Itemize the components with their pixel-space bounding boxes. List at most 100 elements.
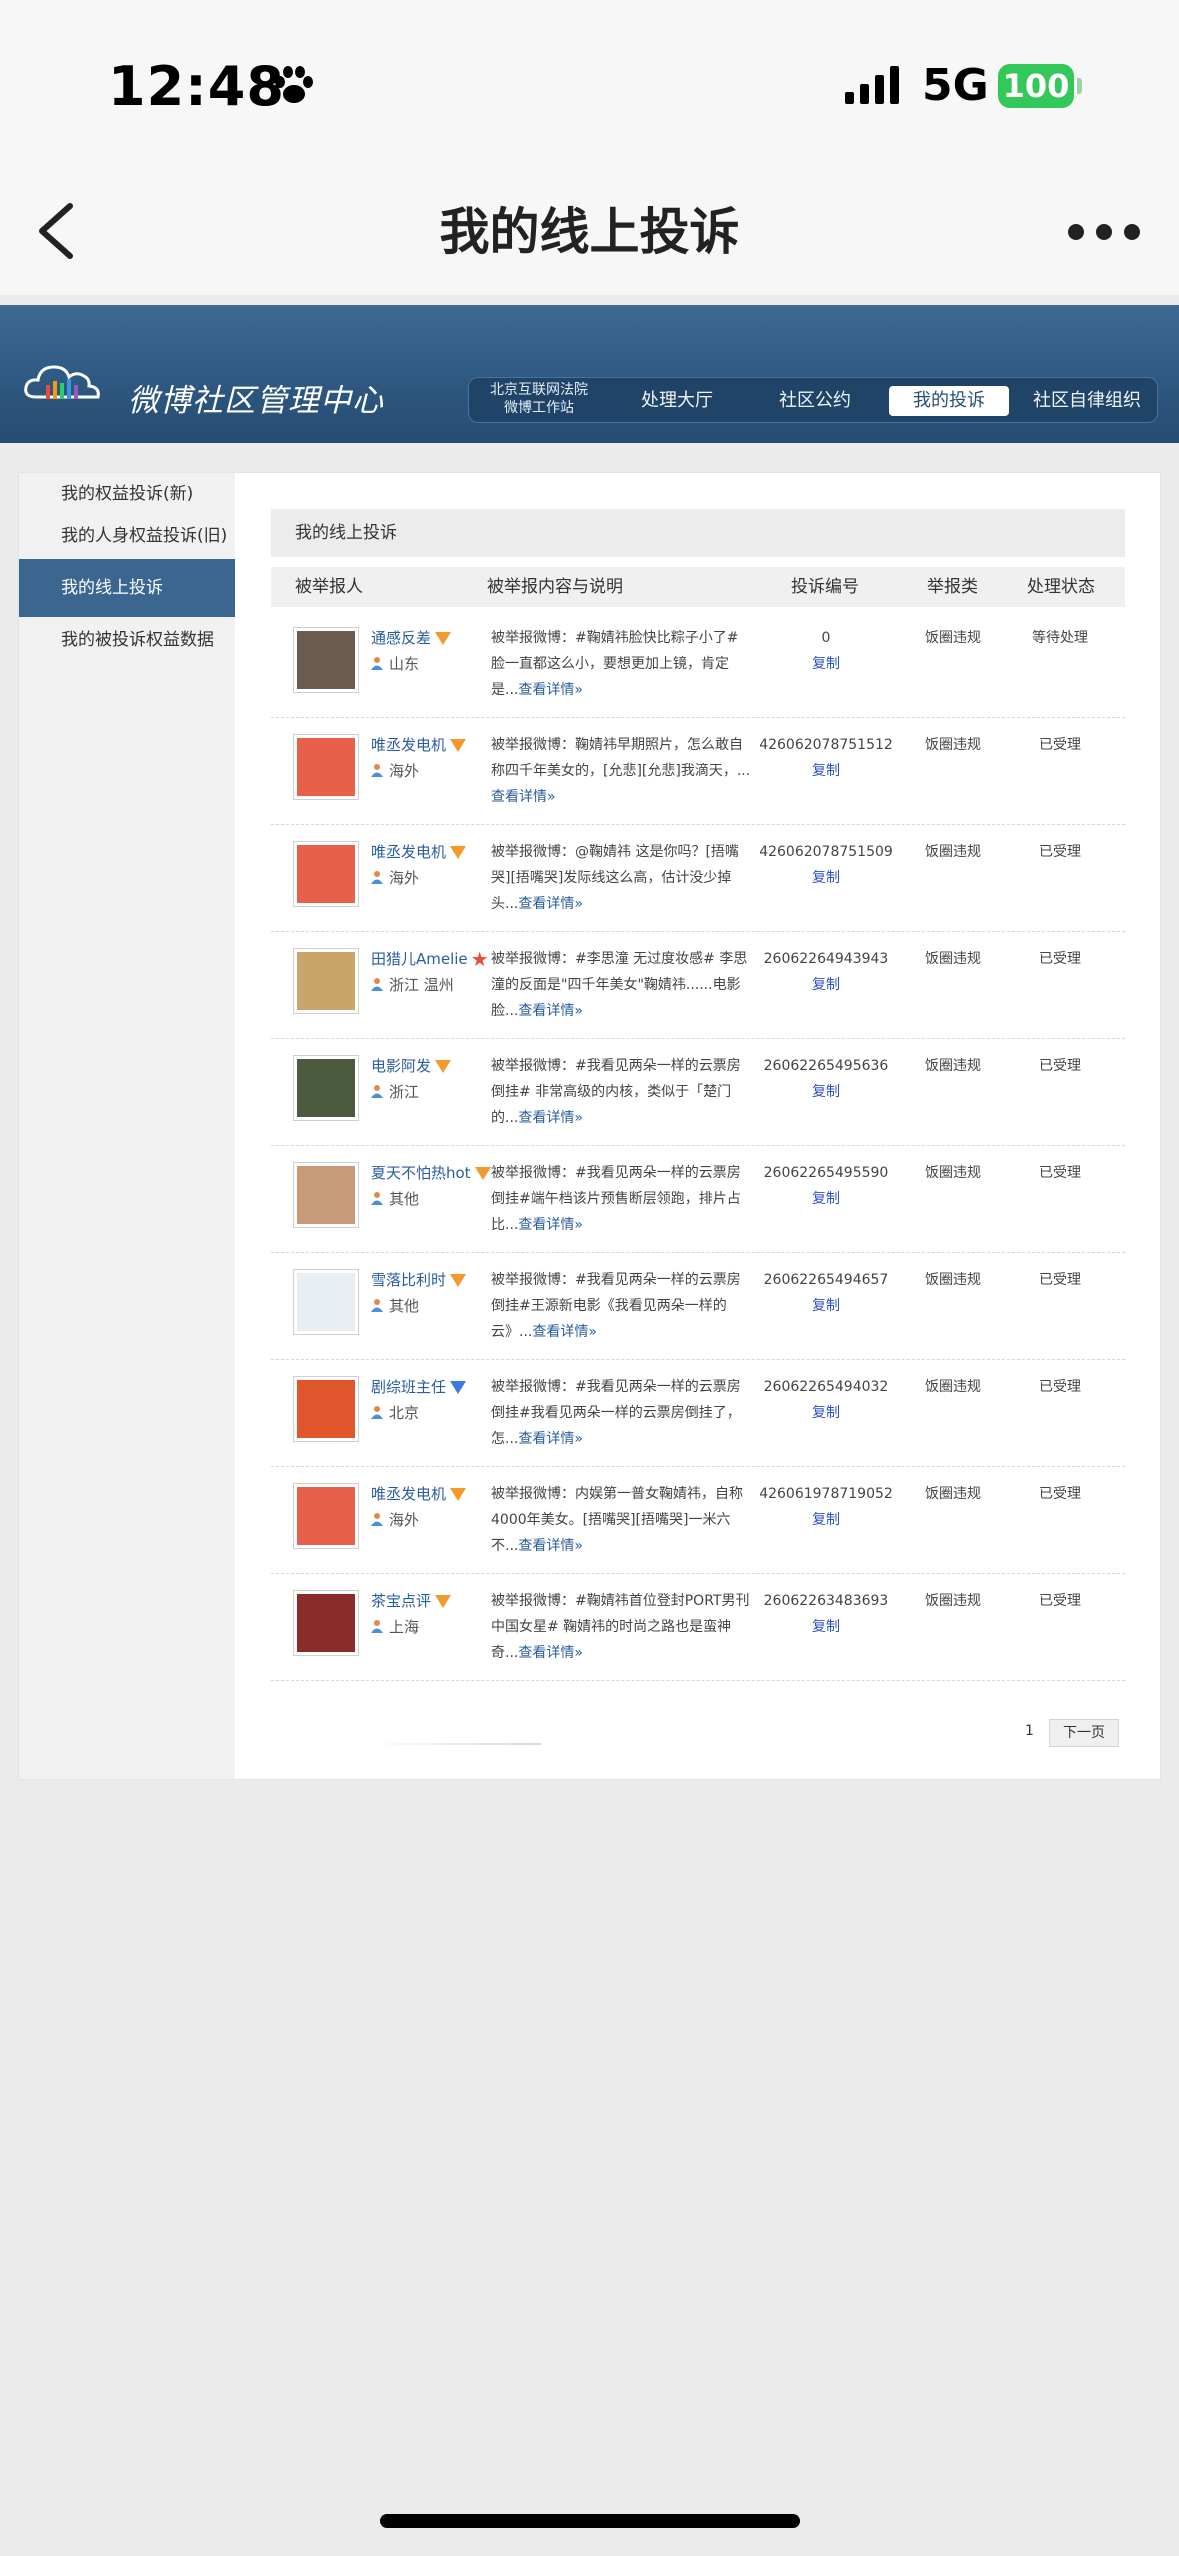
sidebar-item-rights-new[interactable]: 我的权益投诉(新) <box>19 479 235 509</box>
nav-convention[interactable]: 社区公约 <box>755 386 875 416</box>
complaint-description: 被举报微博：#我看见两朵一样的云票房倒挂#我看见两朵一样的云票房倒挂了，怎...… <box>491 1379 741 1447</box>
table-row: 雪落比利时 其他 被举报微博：#我看见两朵一样的云票房倒挂#王源新电影《我看见两朵一… <box>271 1253 1125 1360</box>
view-details-link[interactable]: 查看详情» <box>518 1538 583 1554</box>
complaint-type: 饭圈违规 <box>925 1593 981 1609</box>
copy-button[interactable]: 复制 <box>751 1293 901 1319</box>
user-location: 海外 <box>371 1509 419 1530</box>
complaint-number: 426061978719052 复制 <box>751 1481 901 1533</box>
view-details-link[interactable]: 查看详情» <box>518 1003 583 1019</box>
copy-button[interactable]: 复制 <box>751 758 901 784</box>
sidebar: 我的权益投诉(新) 我的人身权益投诉(旧) 我的线上投诉 我的被投诉权益数据 <box>19 473 235 1779</box>
col-status: 处理状态 <box>1027 577 1095 597</box>
reported-user-link[interactable]: 茶宝点评 <box>371 1590 452 1611</box>
avatar[interactable] <box>293 1483 359 1549</box>
avatar[interactable] <box>293 1162 359 1228</box>
copy-button[interactable]: 复制 <box>751 1079 901 1105</box>
verified-badge-icon <box>450 1381 467 1394</box>
complaint-status: 已受理 <box>1039 1486 1081 1502</box>
copy-button[interactable]: 复制 <box>751 1186 901 1212</box>
view-details-link[interactable]: 查看详情» <box>518 682 583 698</box>
sidebar-item-personal-old[interactable]: 我的人身权益投诉(旧) <box>19 521 235 551</box>
avatar[interactable] <box>293 734 359 800</box>
avatar[interactable] <box>293 1376 359 1442</box>
user-location: 浙江 温州 <box>371 974 454 995</box>
avatar[interactable] <box>293 841 359 907</box>
verified-badge-icon <box>471 951 488 967</box>
view-details-link[interactable]: 查看详情» <box>518 1217 583 1233</box>
reported-user-link[interactable]: 唯丞发电机 <box>371 841 467 862</box>
reported-user-link[interactable]: 剧综班主任 <box>371 1376 467 1397</box>
sidebar-item-online-complaints[interactable]: 我的线上投诉 <box>19 559 235 617</box>
reported-user-link[interactable]: 夏天不怕热hot <box>371 1162 491 1183</box>
avatar[interactable] <box>293 1055 359 1121</box>
avatar-image <box>297 1273 355 1331</box>
reported-user-link[interactable]: 唯丞发电机 <box>371 734 467 755</box>
copy-button[interactable]: 复制 <box>751 865 901 891</box>
complaint-number: 26062265495590 复制 <box>751 1160 901 1212</box>
complaint-type: 饭圈违规 <box>925 630 981 646</box>
user-icon <box>371 871 383 884</box>
table-row: 通感反差 山东 被举报微博：#鞠婧祎脸快比粽子小了#脸一直都这么小，要想更加上镜，肯… <box>271 611 1125 718</box>
view-details-link[interactable]: 查看详情» <box>518 1431 583 1447</box>
verified-badge-icon <box>450 1488 467 1501</box>
avatar-image <box>297 845 355 903</box>
reported-user-link[interactable]: 田猎儿Amelie <box>371 948 488 969</box>
complaint-number: 26062265495636 复制 <box>751 1053 901 1105</box>
verified-badge-icon <box>435 1595 452 1608</box>
complaint-status: 已受理 <box>1039 844 1081 860</box>
nav-hall[interactable]: 处理大厅 <box>617 386 737 416</box>
page-title: 我的线上投诉 <box>439 203 740 261</box>
table-row: 唯丞发电机 海外 被举报微博：内娱第一普女鞠婧祎，自称4000年美女。[捂嘴哭][捂… <box>271 1467 1125 1574</box>
verified-badge-icon <box>450 1274 467 1287</box>
sidebar-item-complained-data[interactable]: 我的被投诉权益数据 <box>19 625 235 655</box>
view-details-link[interactable]: 查看详情» <box>518 1645 583 1661</box>
table-row: 唯丞发电机 海外 被举报微博：鞠婧祎早期照片，怎么敢自称四千年美女的，[允悲][允悲… <box>271 718 1125 825</box>
page-number[interactable]: 1 <box>1025 1723 1034 1739</box>
copy-button[interactable]: 复制 <box>751 651 901 677</box>
view-details-link[interactable]: 查看详情» <box>532 1324 597 1340</box>
reported-user-link[interactable]: 雪落比利时 <box>371 1269 467 1290</box>
complaint-status: 已受理 <box>1039 951 1081 967</box>
avatar[interactable] <box>293 1590 359 1656</box>
complaint-description: 被举报微博：#我看见两朵一样的云票房倒挂# 非常高级的内核，类似于「楚门的...… <box>491 1058 741 1126</box>
user-location: 其他 <box>371 1295 419 1316</box>
paw-icon <box>275 66 313 103</box>
avatar[interactable] <box>293 1269 359 1335</box>
site-logo-text: 微博社区管理中心 <box>128 383 384 419</box>
next-page-button[interactable]: 下一页 <box>1049 1719 1119 1747</box>
user-location: 其他 <box>371 1188 419 1209</box>
complaint-status: 已受理 <box>1039 1379 1081 1395</box>
pager-divider <box>371 1743 541 1745</box>
avatar[interactable] <box>293 948 359 1014</box>
nav-self-regulation[interactable]: 社区自律组织 <box>1017 386 1157 416</box>
copy-button[interactable]: 复制 <box>751 1400 901 1426</box>
user-icon <box>371 764 383 777</box>
verified-badge-icon <box>435 1060 452 1073</box>
copy-button[interactable]: 复制 <box>751 1507 901 1533</box>
complaint-number: 426062078751509 复制 <box>751 839 901 891</box>
reported-user-link[interactable]: 唯丞发电机 <box>371 1483 467 1504</box>
complaint-description: 被举报微博：#我看见两朵一样的云票房倒挂#端午档该片预售断层领跑，排片占比...… <box>491 1165 741 1233</box>
avatar-image <box>297 1380 355 1438</box>
copy-button[interactable]: 复制 <box>751 1614 901 1640</box>
avatar-image <box>297 631 355 689</box>
complaint-status: 已受理 <box>1039 1593 1081 1609</box>
user-icon <box>371 1406 383 1419</box>
table-row: 唯丞发电机 海外 被举报微博：@鞠婧祎 这是你吗？[捂嘴哭][捂嘴哭]发际线这么高，… <box>271 825 1125 932</box>
more-icon[interactable] <box>1060 210 1150 254</box>
avatar[interactable] <box>293 627 359 693</box>
view-details-link[interactable]: 查看详情» <box>518 1110 583 1126</box>
nav-my-complaints[interactable]: 我的投诉 <box>889 386 1009 416</box>
complaint-status: 已受理 <box>1039 1165 1081 1181</box>
view-details-link[interactable]: 查看详情» <box>518 896 583 912</box>
court-link[interactable]: 北京互联网法院 微博工作站 <box>477 381 601 417</box>
complaint-type: 饭圈违规 <box>925 737 981 753</box>
reported-user-link[interactable]: 电影阿发 <box>371 1055 452 1076</box>
col-complaint-no: 投诉编号 <box>791 577 859 597</box>
complaint-description: 被举报微博：#鞠婧祎脸快比粽子小了#脸一直都这么小，要想更加上镜，肯定是...查… <box>491 630 739 698</box>
view-details-link[interactable]: 查看详情» <box>491 789 556 805</box>
reported-user-link[interactable]: 通感反差 <box>371 627 452 648</box>
copy-button[interactable]: 复制 <box>751 972 901 998</box>
complaint-type: 饭圈违规 <box>925 1058 981 1074</box>
verified-badge-icon <box>450 739 467 752</box>
